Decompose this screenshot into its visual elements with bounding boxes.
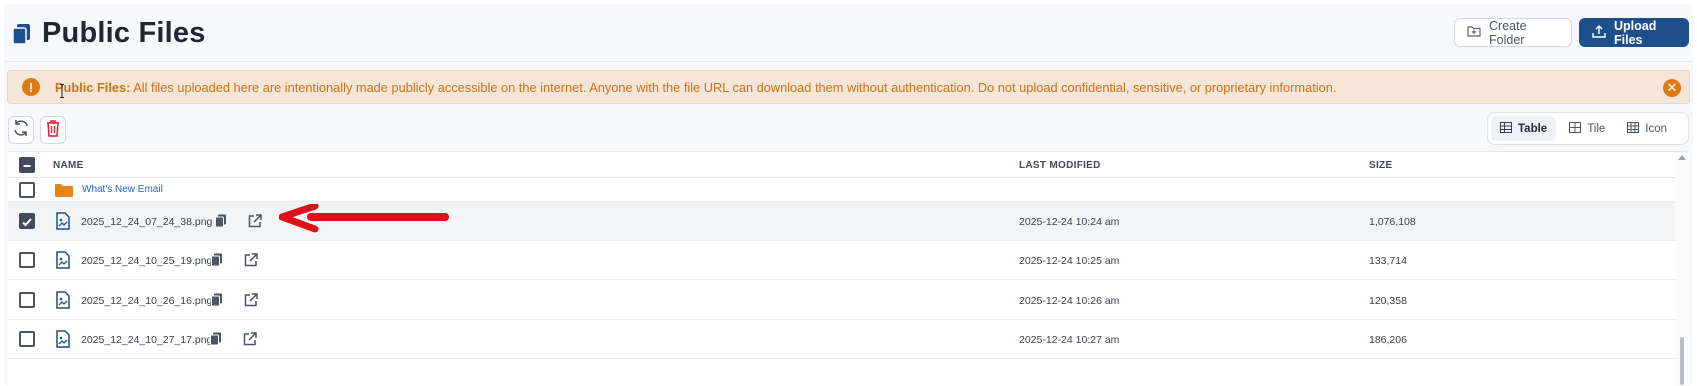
refresh-icon — [12, 119, 30, 142]
file-name[interactable]: 2025_12_24_10_27_17.png — [81, 334, 212, 346]
folder-plus-icon — [1467, 25, 1481, 40]
banner-text: Public Files: All files uploaded here ar… — [55, 80, 1336, 95]
file-name[interactable]: 2025_12_24_10_25_19.png — [81, 255, 212, 267]
banner-message: All files uploaded here are intentionall… — [130, 80, 1337, 95]
files-table: NAME LAST MODIFIED SIZE What's New Email… — [8, 151, 1689, 386]
folder-icon — [55, 183, 73, 202]
row-checkbox[interactable] — [19, 331, 35, 347]
view-tile-option[interactable]: Tile — [1560, 116, 1614, 141]
image-file-icon — [56, 251, 70, 274]
close-circle-icon[interactable]: ✕ — [1663, 79, 1681, 97]
folder-name-link[interactable]: What's New Email — [82, 184, 163, 195]
last-modified-value: 2025-12-24 10:27 am — [1019, 334, 1120, 346]
upload-icon — [1592, 24, 1606, 41]
title-group: Public Files — [12, 17, 206, 50]
open-external-icon[interactable] — [243, 332, 257, 351]
upload-files-label: Upload Files — [1614, 18, 1657, 47]
image-file-icon — [56, 330, 70, 353]
view-icon-option[interactable]: Icon — [1618, 116, 1676, 141]
table-row[interactable]: 2025_12_24_10_25_19.png 2025-12-24 10:25… — [8, 241, 1675, 280]
copy-url-icon[interactable] — [215, 214, 227, 233]
warning-circle-icon: ! — [22, 78, 40, 96]
create-folder-button[interactable]: Create Folder — [1454, 18, 1572, 47]
public-files-warning-banner: ! Public Files: All files uploaded here … — [7, 70, 1690, 104]
size-value: 1,076,108 — [1369, 216, 1416, 228]
view-tile-label: Tile — [1587, 122, 1606, 135]
annotation-arrow-icon — [279, 204, 449, 233]
create-folder-label: Create Folder — [1489, 18, 1527, 47]
column-header-name[interactable]: NAME — [53, 160, 84, 171]
table-row[interactable]: 2025_12_24_10_27_17.png 2025-12-24 10:27… — [8, 320, 1675, 359]
banner-strong-text: Public Files: — [55, 80, 131, 95]
icon-grid-icon — [1627, 121, 1640, 136]
table-header: NAME LAST MODIFIED SIZE — [8, 152, 1675, 178]
column-header-last-modified[interactable]: LAST MODIFIED — [1019, 160, 1101, 171]
table-row[interactable]: 2025_12_24_10_26_16.png 2025-12-24 10:26… — [8, 280, 1675, 320]
column-header-size[interactable]: SIZE — [1369, 160, 1392, 171]
view-mode-switch: Table Tile Icon — [1487, 112, 1689, 145]
scrollbar-thumb[interactable] — [1680, 337, 1684, 385]
copy-url-icon[interactable] — [210, 332, 222, 351]
size-value: 120,358 — [1369, 295, 1407, 307]
folder-row[interactable]: What's New Email — [8, 178, 1675, 202]
row-checkbox[interactable] — [19, 252, 35, 268]
text-cursor-icon — [60, 84, 64, 98]
view-icon-label: Icon — [1645, 122, 1668, 135]
tile-grid-icon — [1569, 121, 1582, 136]
open-external-icon[interactable] — [248, 214, 262, 233]
open-external-icon[interactable] — [244, 293, 258, 312]
row-checkbox[interactable] — [19, 182, 35, 198]
file-name[interactable]: 2025_12_24_07_24_38.png — [81, 216, 212, 228]
copy-url-icon[interactable] — [211, 293, 223, 312]
last-modified-value: 2025-12-24 10:24 am — [1019, 216, 1120, 228]
upload-files-button[interactable]: Upload Files — [1579, 18, 1689, 47]
open-external-icon[interactable] — [244, 253, 258, 272]
refresh-button[interactable] — [8, 116, 34, 144]
page-title: Public Files — [42, 17, 206, 49]
row-checkbox[interactable] — [19, 213, 35, 229]
page: Public Files Create Folder Upload Files … — [4, 4, 1693, 386]
scroll-up-arrow-icon[interactable] — [1678, 155, 1686, 160]
row-checkbox[interactable] — [19, 292, 35, 308]
table-row[interactable]: 2025_12_24_07_24_38.png 2025-12-24 10:24… — [8, 202, 1675, 241]
size-value: 186,206 — [1369, 334, 1407, 346]
size-value: 133,714 — [1369, 255, 1407, 267]
copy-url-icon[interactable] — [211, 253, 223, 272]
last-modified-value: 2025-12-24 10:26 am — [1019, 295, 1120, 307]
select-all-checkbox[interactable] — [19, 157, 35, 173]
file-name[interactable]: 2025_12_24_10_26_16.png — [81, 295, 212, 307]
vertical-scrollbar[interactable] — [1675, 152, 1689, 386]
view-table-label: Table — [1518, 122, 1548, 135]
copy-document-icon — [12, 23, 32, 45]
image-file-icon — [56, 291, 70, 314]
table-icon — [1500, 121, 1512, 136]
last-modified-value: 2025-12-24 10:25 am — [1019, 255, 1120, 267]
page-header: Public Files Create Folder Upload Files — [4, 4, 1693, 62]
trash-icon — [45, 119, 61, 142]
delete-button[interactable] — [40, 116, 66, 144]
image-file-icon — [56, 212, 70, 235]
view-table-option[interactable]: Table — [1491, 116, 1557, 141]
